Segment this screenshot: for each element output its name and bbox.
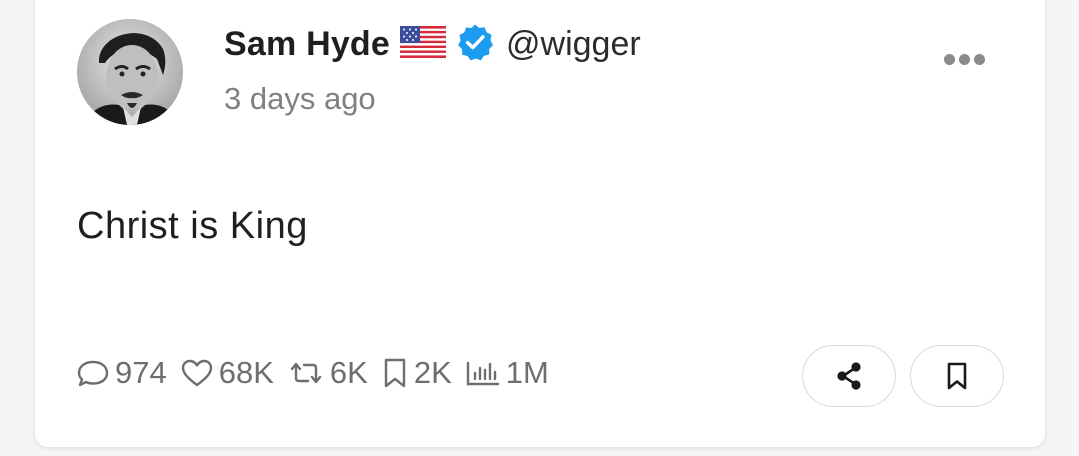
verified-badge-icon — [456, 23, 494, 66]
bookmark-stat-button[interactable]: 2K — [380, 355, 452, 391]
reply-count: 974 — [115, 355, 167, 390]
more-options-button[interactable] — [941, 47, 987, 71]
bookmark-icon — [384, 358, 406, 388]
post-card: Sam Hyde @wigger 3 days ago Christ is Ki… — [34, 0, 1046, 448]
bookmark-button[interactable] — [910, 345, 1004, 407]
repost-count: 6K — [329, 355, 368, 390]
author-name[interactable]: Sam Hyde — [224, 25, 390, 64]
avatar[interactable] — [77, 19, 183, 125]
more-options-icon-dot — [958, 53, 970, 65]
views-count: 1M — [505, 355, 549, 390]
like-button[interactable]: 68K — [179, 355, 274, 391]
author-header: Sam Hyde @wigger — [224, 23, 641, 65]
bookmark-icon — [947, 362, 967, 390]
repost-button[interactable]: 6K — [286, 355, 368, 391]
heart-icon — [181, 359, 212, 387]
post-text: Christ is King — [77, 205, 308, 247]
repost-icon — [290, 362, 322, 384]
views-button[interactable]: 1M — [464, 355, 549, 391]
post-stats-bar: 974 68K 6K 2K 1M — [75, 353, 561, 393]
views-chart-icon — [466, 361, 499, 386]
share-icon — [837, 362, 861, 390]
like-count: 68K — [218, 355, 274, 390]
share-button[interactable] — [802, 345, 896, 407]
bookmark-count: 2K — [413, 355, 452, 390]
more-options-icon-dot — [943, 53, 955, 65]
reply-icon — [77, 360, 109, 387]
more-options-icon-dot — [973, 53, 985, 65]
post-timestamp[interactable]: 3 days ago — [224, 81, 376, 117]
author-handle[interactable]: @wigger — [506, 25, 641, 64]
reply-button[interactable]: 974 — [75, 355, 167, 391]
us-flag-icon — [400, 25, 447, 63]
